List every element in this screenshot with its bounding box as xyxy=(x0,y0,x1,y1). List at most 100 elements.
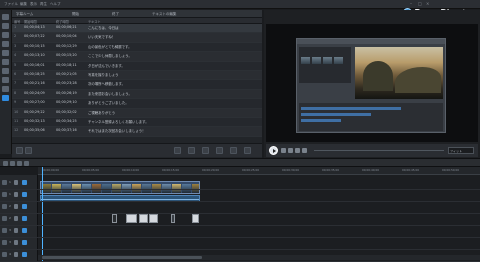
subtitle-room-title: 字幕ルーム xyxy=(16,12,34,16)
stop-icon[interactable] xyxy=(281,148,286,153)
subtitle-row[interactable]: 3 00;00;10;15 00;00;12;29 山の景色がとても綺麗です。 xyxy=(12,42,262,53)
track-enable-checkbox[interactable] xyxy=(22,252,27,257)
particle-object-icon[interactable] xyxy=(139,214,148,223)
timeline-ruler[interactable]: 00;00;00;00 00;00;05;00 00;00;10;00 00;00;1… xyxy=(38,167,480,175)
track-lock-icon[interactable] xyxy=(14,240,18,245)
chapter-room-icon[interactable] xyxy=(2,86,9,92)
video-clip[interactable] xyxy=(40,181,200,194)
timeline-playhead[interactable] xyxy=(42,167,43,262)
font-settings-button[interactable] xyxy=(230,147,237,154)
preview-thumb xyxy=(334,57,343,64)
import-subtitle-button[interactable] xyxy=(16,147,23,154)
play-button[interactable] xyxy=(269,146,278,155)
fx-object-icon[interactable] xyxy=(112,214,117,223)
track-header[interactable]: 1 xyxy=(2,179,36,187)
storyboard-view-icon[interactable] xyxy=(3,161,8,166)
ruler-tick-label: 00;00;25;00 xyxy=(242,168,260,172)
track-enable-checkbox[interactable] xyxy=(22,192,27,197)
track-divider xyxy=(0,225,480,226)
track-lock-icon[interactable] xyxy=(14,180,18,185)
split-subtitle-button[interactable] xyxy=(216,147,223,154)
track-lock-icon[interactable] xyxy=(14,204,18,209)
preview-thumb xyxy=(323,57,332,64)
add-subtitle-button[interactable] xyxy=(174,147,181,154)
timeline-toolbar xyxy=(0,158,480,167)
scrollbar-thumb[interactable] xyxy=(42,256,202,259)
next-frame-icon[interactable] xyxy=(295,148,300,153)
track-type-icon xyxy=(2,216,7,221)
subtitle-row[interactable]: 6 00;00;18;25 00;00;21;05 写真を撮りましょう xyxy=(12,70,262,81)
track-header[interactable]: 4 xyxy=(2,251,36,259)
media-room-icon[interactable] xyxy=(2,14,9,20)
subtitle-row[interactable]: 9 00;00;27;00 00;00;29;10 ありがとうございました。 xyxy=(12,99,262,109)
track-lock-icon[interactable] xyxy=(14,228,18,233)
export-subtitle-button[interactable] xyxy=(244,147,251,154)
menu-play[interactable]: 再生 xyxy=(40,2,47,7)
voiceover-room-icon[interactable] xyxy=(2,77,9,83)
track-enable-checkbox[interactable] xyxy=(22,228,27,233)
subtitle-room-icon[interactable] xyxy=(2,95,9,101)
track-enable-checkbox[interactable] xyxy=(22,216,27,221)
track-header[interactable]: 3 xyxy=(2,239,36,247)
timeline-view-icon[interactable] xyxy=(10,161,15,166)
track-lock-icon[interactable] xyxy=(14,216,18,221)
ruler-tick-label: 00;00;05;00 xyxy=(82,168,100,172)
track-lock-icon[interactable] xyxy=(14,192,18,197)
subtitle-row[interactable]: 2 00;00;07;22 00;00;10;04 いい天気ですね！ xyxy=(12,33,262,43)
subtitle-text: ここで少し休憩しましょう。 xyxy=(88,54,132,59)
subtitle-end-time: 00;00;15;20 xyxy=(56,53,77,58)
subtitle-row[interactable]: 7 00;00;21;16 00;00;23;28 次の場所へ移動します。 xyxy=(12,80,262,90)
transition-room-icon[interactable] xyxy=(2,59,9,65)
effect-room-icon[interactable] xyxy=(2,23,9,29)
subtitle-end-time: 00;00;18;11 xyxy=(56,62,77,67)
particle-room-icon[interactable] xyxy=(2,41,9,47)
subtitle-row[interactable]: 12 00;00;35;06 00;00;37;16 それではまた次回お会いしましょう… xyxy=(12,127,262,137)
track-divider xyxy=(0,249,480,250)
merge-subtitle-button[interactable] xyxy=(202,147,209,154)
subtitle-row[interactable]: 8 00;00;24;09 00;00;26;19 また来週お会いしましょう。 xyxy=(12,89,262,100)
menu-file[interactable]: ファイル xyxy=(4,2,18,7)
zoom-select[interactable]: フィット xyxy=(448,147,474,154)
track-header[interactable]: 2 xyxy=(2,215,36,223)
prev-frame-icon[interactable] xyxy=(288,148,293,153)
subtitle-row[interactable]: 11 00;00;32;13 00;00;34;25 チャンネル登録よろしくお願いしま… xyxy=(12,117,262,128)
subtitle-text: 夕日が沈んでいきます。 xyxy=(88,63,125,68)
track-lock-icon[interactable] xyxy=(14,252,18,257)
track-number: 2 xyxy=(9,216,11,220)
subtitle-start-time: 00;00;27;00 xyxy=(24,100,45,105)
text-object-icon[interactable] xyxy=(192,214,199,223)
menu-view[interactable]: 表示 xyxy=(30,2,37,7)
title-object-icon[interactable] xyxy=(126,214,137,223)
track-number: 1 xyxy=(9,192,11,196)
menu-help[interactable]: ヘルプ xyxy=(50,2,61,7)
audio-mix-room-icon[interactable] xyxy=(2,68,9,74)
track-divider xyxy=(0,201,480,202)
preview-screen[interactable] xyxy=(266,24,478,142)
track-enable-checkbox[interactable] xyxy=(22,180,27,185)
preview-panel: フィット xyxy=(264,10,480,158)
subtitle-row[interactable]: 4 00;00;13;10 00;00;15;20 ここで少し休憩しましょう。 xyxy=(12,52,262,62)
title-room-icon[interactable] xyxy=(2,50,9,56)
timeline-scrollbar[interactable] xyxy=(38,255,480,260)
track-header[interactable]: 1 xyxy=(2,191,36,199)
shape-object-icon[interactable] xyxy=(171,214,175,223)
menu-edit[interactable]: 編集 xyxy=(20,2,27,7)
subtitle-row[interactable]: 1 00;00;04;13 00;00;06;21 こんにちは、今日は xyxy=(12,24,262,34)
playback-scrubber[interactable] xyxy=(314,150,444,151)
snapshot-icon[interactable] xyxy=(302,148,307,153)
subtitle-number: 10 xyxy=(14,109,19,114)
pip-object-icon[interactable] xyxy=(149,214,158,223)
subtitle-row[interactable]: 10 00;00;29;22 00;00;32;02 ご視聴ありがとう xyxy=(12,108,262,118)
subtitle-start-time: 00;00;29;22 xyxy=(24,109,45,114)
track-header[interactable]: 2 xyxy=(2,203,36,211)
subtitle-info-button[interactable] xyxy=(25,147,32,154)
remove-subtitle-button[interactable] xyxy=(188,147,195,154)
track-enable-checkbox[interactable] xyxy=(22,240,27,245)
track-manager-icon[interactable] xyxy=(17,161,22,166)
zoom-icon[interactable] xyxy=(24,161,29,166)
pip-room-icon[interactable] xyxy=(2,32,9,38)
subtitle-row[interactable]: 5 00;00;16;01 00;00;18;11 夕日が沈んでいきます。 xyxy=(12,61,262,71)
subtitle-text: チャンネル登録よろしくお願いします。 xyxy=(88,119,149,124)
track-header[interactable]: 3 xyxy=(2,227,36,235)
track-enable-checkbox[interactable] xyxy=(22,204,27,209)
